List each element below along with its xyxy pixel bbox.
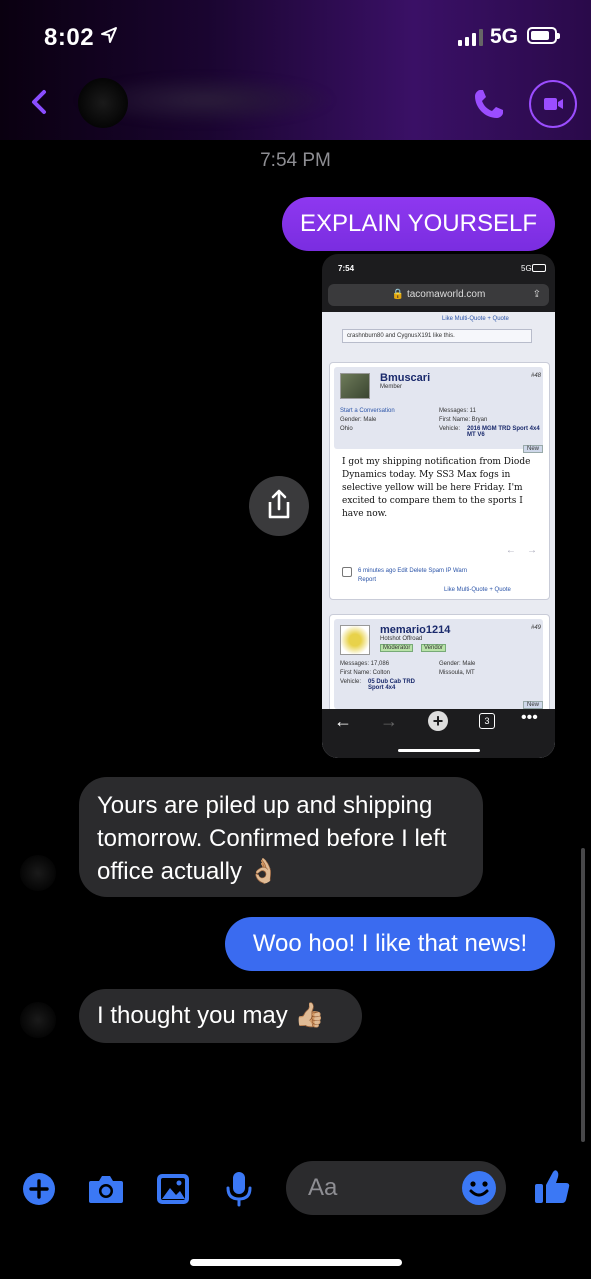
user-avatar xyxy=(340,625,370,655)
report-link: Report xyxy=(358,577,377,583)
likes-summary: crashnburn80 and CygnusX191 like this. xyxy=(342,329,532,343)
post-vehicle-label: Vehicle: xyxy=(340,679,362,685)
video-call-icon[interactable] xyxy=(529,80,577,128)
post-gender: Gender: Male xyxy=(340,417,377,423)
post-actions: Like Multi-Quote + Quote xyxy=(444,587,511,593)
post-messages-count: Messages: 17,086 xyxy=(340,661,390,667)
more-dots-icon: ••• xyxy=(521,709,538,726)
message-text: Woo hoo! I like that news! xyxy=(252,930,528,957)
post-number: #48 xyxy=(530,373,541,379)
sent-message-bubble[interactable]: EXPLAIN YOURSELF xyxy=(282,197,555,251)
share-image-button[interactable] xyxy=(249,476,309,536)
location-arrow-icon xyxy=(101,27,117,43)
post-location: Missoula, MT xyxy=(439,670,475,676)
share-icon xyxy=(268,489,290,519)
contact-avatar-small[interactable] xyxy=(20,1002,56,1038)
post-gender: Gender: Male xyxy=(439,661,476,667)
forum-post-48: Bmuscari Member #48 Start a Conversation… xyxy=(329,362,550,600)
message-text: EXPLAIN YOURSELF xyxy=(300,210,537,237)
screenshot-webpage: Like Multi-Quote + Quote crashnburn80 an… xyxy=(322,312,555,758)
screenshot-battery-icon xyxy=(532,264,546,272)
signal-strength-icon xyxy=(458,28,483,46)
battery-icon xyxy=(527,27,560,44)
status-bar: 8:02 5G xyxy=(0,0,591,70)
thumbs-up-like-icon[interactable] xyxy=(533,1168,571,1206)
status-time: 8:02 xyxy=(44,24,95,51)
post-first-name: First Name: Colton xyxy=(340,670,391,676)
post-nav-arrows-icon: ← → xyxy=(505,545,537,556)
home-indicator xyxy=(190,1259,402,1266)
lock-icon: 🔒 xyxy=(391,289,407,300)
screenshot-time: 7:54 xyxy=(338,264,355,273)
post-user-role: Hotshot Offroad xyxy=(380,636,423,642)
post-username: Bmuscari xyxy=(380,372,431,384)
vendor-badge: Vendor xyxy=(421,644,447,652)
post-body: I got my shipping notification from Diod… xyxy=(342,457,531,519)
add-plus-icon[interactable] xyxy=(22,1172,56,1206)
screenshot-status-bar: 7:54 5G xyxy=(322,254,555,284)
network-type: 5G xyxy=(490,25,519,48)
received-message-bubble[interactable]: I thought you may 👍🏼 xyxy=(79,989,362,1043)
post-vehicle: 05 Dub Cab TRD Sport 4x4 xyxy=(368,679,416,691)
received-message-bubble[interactable]: Yours are piled up and shipping tomorrow… xyxy=(79,777,483,897)
top-post-actions: Like Multi-Quote + Quote xyxy=(442,316,509,322)
emoji-icon[interactable] xyxy=(461,1170,497,1206)
share-small-icon: ⇪ xyxy=(532,289,541,300)
post-number: #49 xyxy=(530,625,541,631)
forum-post-49: memario1214 Hotshot Offroad Moderator Ve… xyxy=(329,614,550,716)
back-arrow-icon: ← xyxy=(334,711,352,731)
post-username: memario1214 xyxy=(380,624,451,636)
post-messages-count: Messages: 11 xyxy=(439,408,476,414)
screenshot-url: tacomaworld.com xyxy=(406,289,486,300)
gallery-photo-icon[interactable] xyxy=(155,1172,191,1206)
message-timestamp: 7:54 PM xyxy=(260,150,331,171)
new-tab-plus-icon: + xyxy=(428,711,448,731)
tabs-count-icon: 3 xyxy=(479,713,495,729)
camera-icon[interactable] xyxy=(87,1172,125,1206)
user-avatar xyxy=(340,373,370,399)
screenshot-home-indicator xyxy=(398,749,480,752)
scrollbar[interactable] xyxy=(581,848,585,1142)
start-conversation-link: Start a Conversation xyxy=(340,408,395,414)
contact-avatar[interactable] xyxy=(78,78,128,128)
post-vehicle: 2016 MGM TRD Sport 4x4 MT V6 xyxy=(467,426,540,438)
contact-avatar-small[interactable] xyxy=(20,855,56,891)
message-input[interactable]: Aa xyxy=(286,1161,506,1215)
new-badge: New xyxy=(522,445,543,453)
message-text: Yours are piled up and shipping tomorrow… xyxy=(97,792,447,885)
screenshot-url-bar: 🔒 tacomaworld.com ⇪ xyxy=(328,284,549,306)
microphone-icon[interactable] xyxy=(224,1170,254,1208)
moderator-badge: Moderator xyxy=(380,644,414,652)
forward-arrow-icon: → xyxy=(380,711,398,731)
post-meta-links: 6 minutes ago Edit Delete Spam IP Warn xyxy=(358,568,468,574)
post-user-role: Member xyxy=(380,384,403,390)
post-first-name: First Name: Bryan xyxy=(439,417,488,423)
post-location: Ohio xyxy=(340,426,353,432)
message-input-placeholder: Aa xyxy=(308,1174,338,1201)
sent-message-bubble[interactable]: Woo hoo! I like that news! xyxy=(225,917,555,971)
new-badge: New xyxy=(522,701,543,709)
screenshot-network: 5G xyxy=(521,264,532,273)
back-chevron-icon[interactable] xyxy=(26,88,54,116)
screenshot-browser-toolbar: ← → + 3 ••• xyxy=(322,709,555,758)
post-vehicle-label: Vehicle: xyxy=(439,426,461,432)
phone-call-icon[interactable] xyxy=(471,86,507,122)
shared-screenshot-image[interactable]: 7:54 5G 🔒 tacomaworld.com ⇪ Like Multi-Q… xyxy=(322,254,555,758)
message-text: I thought you may 👍🏼 xyxy=(97,1002,325,1029)
select-checkbox xyxy=(342,567,352,577)
